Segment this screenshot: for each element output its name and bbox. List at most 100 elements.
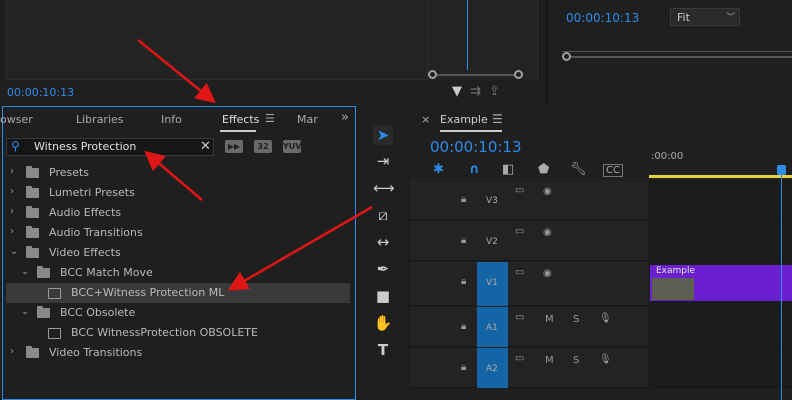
source-monitor-viewer (6, 0, 428, 80)
captions-icon[interactable]: CC (603, 164, 623, 177)
mute-button[interactable]: M (545, 355, 554, 366)
wrench-icon[interactable]: 🔧︎ (570, 162, 587, 177)
nest-icon[interactable]: ✱ (433, 162, 444, 177)
solo-button[interactable]: S (573, 314, 579, 325)
filter-icon[interactable]: ▼ (452, 84, 470, 99)
chevron-right-icon[interactable]: › (10, 206, 14, 217)
work-area-bar[interactable] (649, 175, 792, 178)
solo-button[interactable]: S (573, 355, 579, 366)
32bit-effects-icon[interactable]: 32 (254, 140, 272, 153)
track-header[interactable] (410, 221, 648, 261)
timeline-timecode[interactable]: 00:00:10:13 (430, 138, 522, 156)
track-header[interactable] (410, 262, 648, 306)
folder-item[interactable]: › Lumetri Presets (6, 183, 350, 203)
track-lane[interactable] (649, 221, 792, 261)
tree-item-label: BCC+Witness Protection ML (71, 286, 225, 299)
ripple-edit-tool-icon[interactable]: ⟷ (373, 178, 395, 198)
track-lane[interactable] (649, 348, 792, 388)
razor-tool-icon[interactable]: ⧄ (373, 205, 393, 225)
folder-item[interactable]: › Video Transitions (6, 343, 350, 363)
tab-effects[interactable]: Effects (222, 113, 259, 126)
lock-icon[interactable]: 🔒︎ (461, 194, 466, 205)
source-playhead[interactable] (467, 0, 468, 70)
panel-overflow-icon[interactable]: » (341, 110, 349, 125)
timeline-menu-icon[interactable]: ☰ (492, 112, 503, 126)
close-icon[interactable]: × (421, 113, 430, 126)
rectangle-tool-icon[interactable]: ■ (373, 286, 393, 306)
program-timecode[interactable]: 00:00:10:13 (566, 11, 639, 25)
source-transport-controls: ▼⇉⇪ (452, 84, 508, 99)
lock-icon[interactable]: 🔒︎ (461, 362, 466, 373)
effect-item[interactable]: BCC+Witness Protection ML (6, 283, 350, 303)
pen-tool-icon[interactable]: ✒ (373, 259, 393, 279)
close-icon[interactable]: ✕ (200, 139, 211, 154)
source-zoom-bar[interactable] (432, 74, 522, 76)
track-select-tool-icon[interactable]: ⇥ (373, 151, 393, 171)
folder-icon (37, 306, 50, 318)
slip-tool-icon[interactable]: ↔ (373, 232, 393, 252)
source-zoom-right-handle[interactable] (514, 70, 523, 79)
sync-lock-icon[interactable]: ▭ (515, 185, 524, 196)
yuv-effects-icon[interactable]: YUV (283, 140, 301, 153)
tab-sequence[interactable]: Example (440, 113, 488, 126)
sync-lock-icon[interactable]: ▭ (515, 353, 524, 364)
eye-icon[interactable]: ◉ (543, 186, 552, 197)
overwrite-icon[interactable]: ⇪ (489, 84, 508, 99)
tab-libraries[interactable]: Libraries (76, 113, 124, 126)
program-zoom-bar[interactable] (570, 56, 792, 58)
chevron-right-icon[interactable]: › (10, 186, 14, 197)
eye-icon[interactable]: ◉ (543, 268, 552, 279)
sync-lock-icon[interactable]: ▭ (515, 267, 524, 278)
microphone-icon[interactable]: 🎙︎ (599, 313, 612, 324)
tab-markers[interactable]: Mar (297, 113, 318, 126)
chevron-down-icon[interactable]: ⌄ (21, 306, 29, 317)
microphone-icon[interactable]: 🎙︎ (599, 354, 612, 365)
chevron-down-icon[interactable]: ⌄ (21, 266, 29, 277)
track-lane[interactable] (649, 180, 792, 220)
track-header[interactable] (410, 307, 648, 347)
folder-item[interactable]: › Presets (6, 163, 350, 183)
track-name: V1 (486, 278, 498, 288)
track-lane[interactable] (649, 307, 792, 347)
lock-icon[interactable]: 🔒︎ (461, 276, 466, 287)
type-tool-icon[interactable]: T (373, 340, 393, 360)
accelerated-effects-icon[interactable]: ▶▶ (225, 140, 243, 153)
timeline-playhead[interactable] (777, 165, 786, 175)
insert-icon[interactable]: ⇉ (470, 84, 489, 99)
source-zoom-left-handle[interactable] (428, 70, 437, 79)
mute-button[interactable]: M (545, 314, 554, 325)
snap-icon[interactable]: ∩ (469, 162, 480, 177)
sync-lock-icon[interactable]: ▭ (515, 226, 524, 237)
effects-menu-icon[interactable]: ☰ (265, 112, 275, 125)
hand-tool-icon[interactable]: ✋ (373, 313, 393, 333)
folder-item[interactable]: › Audio Effects (6, 203, 350, 223)
program-ruler[interactable] (562, 44, 792, 52)
tab-browser[interactable]: owser (0, 113, 33, 126)
selection-tool-icon[interactable]: ➤ (373, 125, 393, 145)
preset-folder-icon (26, 166, 39, 178)
track-header[interactable] (410, 180, 648, 220)
search-value[interactable]: Witness Protection (34, 140, 136, 153)
eye-icon[interactable]: ◉ (543, 227, 552, 238)
tree-item-label: Presets (49, 166, 90, 179)
track-header[interactable] (410, 348, 648, 388)
clip-thumbnail (652, 278, 694, 300)
folder-item[interactable]: › Audio Transitions (6, 223, 350, 243)
effect-item[interactable]: BCC WitnessProtection OBSOLETE (6, 323, 350, 343)
folder-item[interactable]: ⌄ Video Effects (6, 243, 350, 263)
chevron-right-icon[interactable]: › (10, 346, 14, 357)
add-marker-icon[interactable]: ⬟ (538, 162, 549, 177)
lock-icon[interactable]: 🔒︎ (461, 321, 466, 332)
chevron-right-icon[interactable]: › (10, 166, 14, 177)
source-timecode[interactable]: 00:00:10:13 (7, 86, 74, 99)
linked-selection-icon[interactable]: ◧ (502, 162, 514, 177)
tree-item-label: BCC WitnessProtection OBSOLETE (71, 326, 258, 339)
chevron-right-icon[interactable]: › (10, 226, 14, 237)
folder-item[interactable]: ⌄ BCC Match Move (6, 263, 350, 283)
tab-info[interactable]: Info (161, 113, 182, 126)
chevron-down-icon[interactable]: ⌄ (10, 246, 18, 257)
sync-lock-icon[interactable]: ▭ (515, 312, 524, 323)
program-zoom-handle[interactable] (562, 52, 571, 61)
lock-icon[interactable]: 🔒︎ (461, 235, 466, 246)
folder-item[interactable]: ⌄ BCC Obsolete (6, 303, 350, 323)
